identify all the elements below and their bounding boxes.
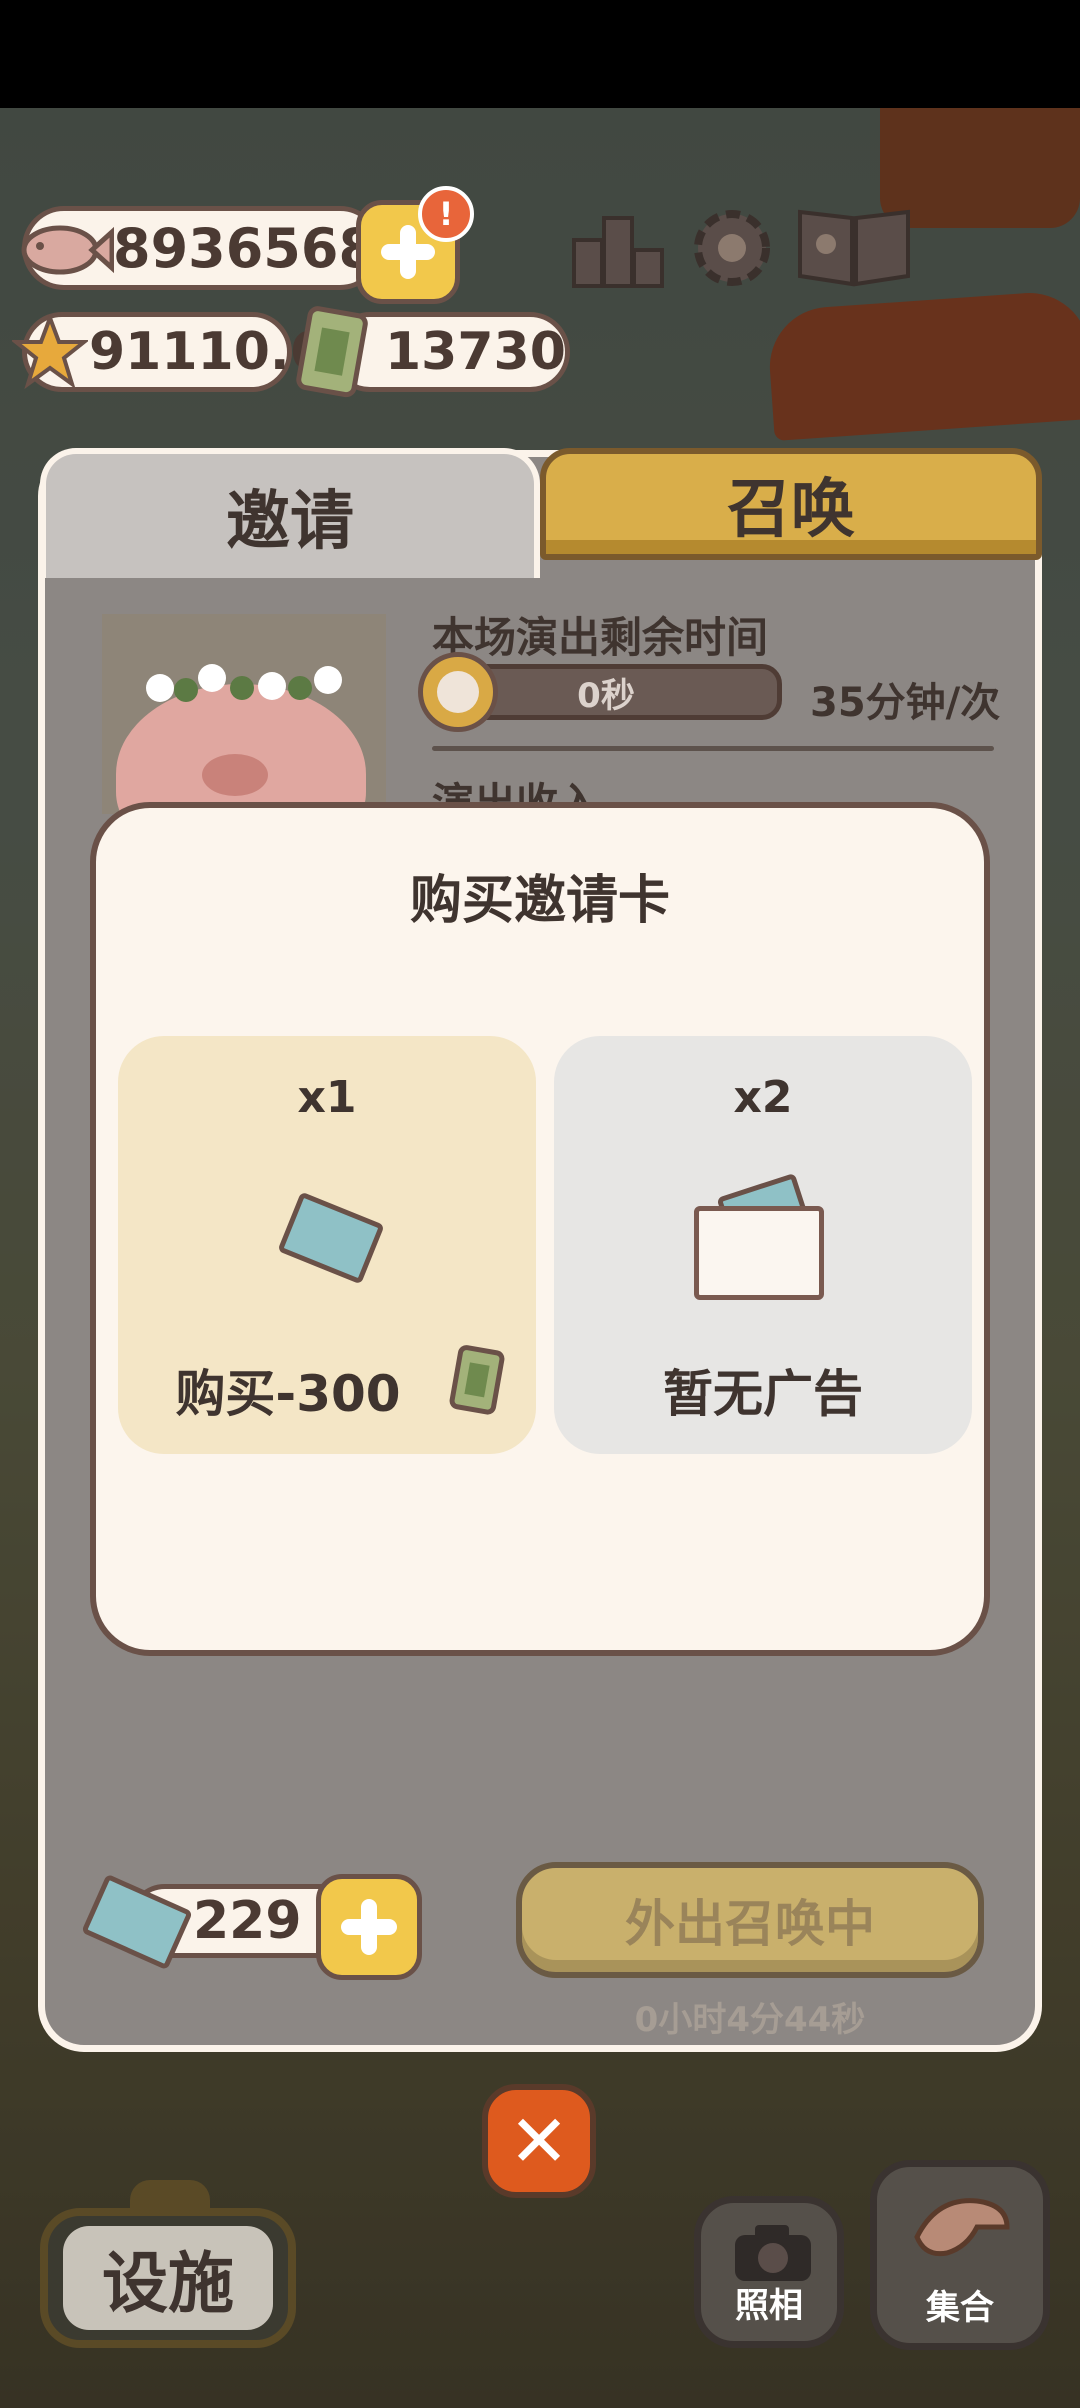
remaining-time-label: 本场演出剩余时间 <box>432 613 769 662</box>
facility-label: 设施 <box>63 2226 273 2330</box>
buy-option-x1[interactable]: x1 购买-300 <box>118 1036 536 1454</box>
close-button[interactable]: ✕ <box>482 2084 596 2198</box>
ad-option-x2[interactable]: x2 暂无广告 <box>554 1036 972 1454</box>
flower-crown <box>146 664 342 702</box>
card-count-value: 229 <box>193 1891 302 1951</box>
whistle-icon <box>914 2198 1010 2257</box>
divider <box>432 746 994 751</box>
tab-invite[interactable]: 邀请 <box>40 448 540 578</box>
option-quantity: x2 <box>733 1072 793 1123</box>
pig-portrait <box>102 614 386 814</box>
pig-snout <box>202 754 268 796</box>
star-amount: 91110.6 <box>89 322 326 382</box>
summon-out-button[interactable]: 外出召唤中 <box>516 1862 984 1978</box>
alert-icon: ! <box>418 186 474 242</box>
add-invite-card-button[interactable] <box>316 1874 422 1980</box>
ticket-icon <box>448 1344 508 1416</box>
gather-button[interactable]: 集合 <box>870 2160 1050 2350</box>
camera-button[interactable]: 照相 <box>694 2196 844 2348</box>
status-bar <box>0 0 1080 108</box>
ticket-icon <box>294 304 374 400</box>
summon-countdown: 0小时4分44秒 <box>634 2000 866 2040</box>
fish-icon <box>14 210 114 290</box>
fish-amount: 8936568 <box>113 216 377 280</box>
camera-icon <box>735 2225 811 2281</box>
facility-button[interactable]: 设施 <box>40 2208 296 2348</box>
buy-price-label: 购买-300 <box>175 1365 401 1423</box>
clock-icon <box>418 652 498 732</box>
option-quantity: x1 <box>297 1072 357 1123</box>
book-icon[interactable] <box>794 200 914 290</box>
gather-label: 集合 <box>926 2288 994 2328</box>
envelope-icon <box>694 1206 824 1300</box>
buy-invite-card-dialog: 购买邀请卡 x1 购买-300 x2 暂无广告 <box>90 802 990 1656</box>
close-icon: ✕ <box>508 2099 570 2183</box>
star-icon <box>12 314 88 390</box>
ticket-amount: 13730 <box>385 322 566 382</box>
gear-icon[interactable] <box>684 200 780 296</box>
camera-label: 照相 <box>735 2286 803 2326</box>
timer-value: 0秒 <box>577 675 635 716</box>
dialog-title: 购买邀请卡 <box>409 871 670 931</box>
no-ad-label: 暂无广告 <box>663 1365 863 1423</box>
tab-summon[interactable]: 召唤 <box>540 448 1042 560</box>
performance-interval: 35分钟/次 <box>810 680 1001 726</box>
invite-card-icon <box>277 1191 385 1285</box>
ranking-icon[interactable] <box>570 204 666 294</box>
